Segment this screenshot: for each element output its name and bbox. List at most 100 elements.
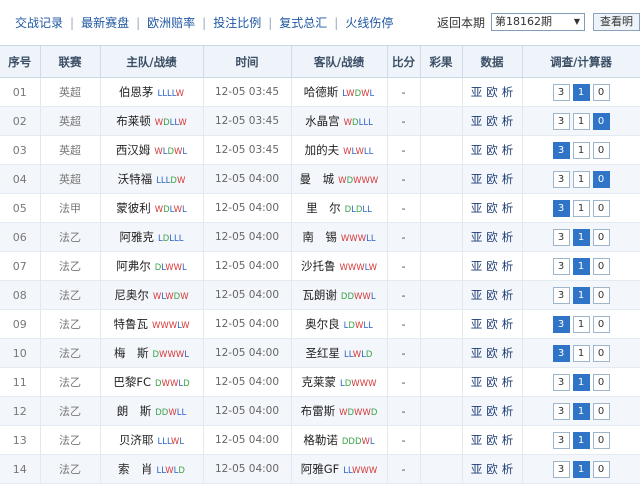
calc-option-0[interactable]: 0 [592, 373, 610, 391]
calc-option-3[interactable]: 3 [552, 170, 570, 188]
row-league[interactable]: 法乙 [40, 425, 101, 455]
row-league[interactable]: 英超 [40, 164, 101, 194]
calc-option-3[interactable]: 3 [552, 83, 570, 101]
home-team[interactable]: 特鲁瓦 [113, 317, 148, 331]
analysis-link[interactable]: 析 [502, 201, 514, 215]
calc-option-1[interactable]: 1 [572, 431, 590, 449]
euro-odds-link[interactable]: 欧 [486, 201, 498, 215]
analysis-link[interactable]: 析 [502, 143, 514, 157]
analysis-link[interactable]: 析 [502, 317, 514, 331]
calc-option-0[interactable]: 0 [592, 315, 610, 333]
euro-odds-link[interactable]: 欧 [486, 404, 498, 418]
home-team[interactable]: 阿雅克 [119, 230, 154, 244]
row-league[interactable]: 法甲 [40, 193, 101, 223]
calc-option-1[interactable]: 1 [572, 83, 590, 101]
away-team[interactable]: 南 锡 [302, 230, 337, 244]
home-team[interactable]: 朗 斯 [117, 404, 152, 418]
euro-odds-link[interactable]: 欧 [486, 462, 498, 476]
calc-option-0[interactable]: 0 [592, 402, 610, 420]
euro-odds-link[interactable]: 欧 [486, 433, 498, 447]
asian-odds-link[interactable]: 亚 [471, 317, 483, 331]
calc-option-1[interactable]: 1 [572, 344, 590, 362]
calc-option-0[interactable]: 0 [592, 344, 610, 362]
link-combo-summary[interactable]: 复式总汇 [272, 14, 334, 31]
away-team[interactable]: 阿雅GF [301, 462, 340, 476]
asian-odds-link[interactable]: 亚 [471, 346, 483, 360]
calc-option-3[interactable]: 3 [552, 112, 570, 130]
calc-option-0[interactable]: 0 [592, 199, 610, 217]
home-team[interactable]: 阿弗尔 [116, 259, 151, 273]
calc-option-0[interactable]: 0 [592, 83, 610, 101]
link-latest-odds[interactable]: 最新赛盘 [74, 14, 136, 31]
asian-odds-link[interactable]: 亚 [471, 433, 483, 447]
away-team[interactable]: 布雷斯 [301, 404, 336, 418]
period-select[interactable]: 第18162期 ▼ [491, 13, 585, 31]
calc-option-3[interactable]: 3 [552, 460, 570, 478]
row-league[interactable]: 法乙 [40, 396, 101, 426]
home-team[interactable]: 布莱顿 [116, 114, 151, 128]
row-league[interactable]: 法乙 [40, 367, 101, 397]
calc-option-0[interactable]: 0 [592, 460, 610, 478]
calc-option-0[interactable]: 0 [592, 257, 610, 275]
calc-option-1[interactable]: 1 [572, 373, 590, 391]
away-team[interactable]: 里 尔 [306, 201, 341, 215]
away-team[interactable]: 奥尔良 [305, 317, 340, 331]
calc-option-3[interactable]: 3 [552, 257, 570, 275]
link-bet-ratio[interactable]: 投注比例 [206, 14, 268, 31]
link-match-history[interactable]: 交战记录 [8, 14, 70, 31]
home-team[interactable]: 巴黎FC [113, 375, 151, 389]
away-team[interactable]: 圣红星 [306, 346, 341, 360]
analysis-link[interactable]: 析 [502, 346, 514, 360]
row-league[interactable]: 法乙 [40, 251, 101, 281]
home-team[interactable]: 梅 斯 [114, 346, 149, 360]
calc-option-0[interactable]: 0 [592, 170, 610, 188]
asian-odds-link[interactable]: 亚 [471, 230, 483, 244]
analysis-link[interactable]: 析 [502, 85, 514, 99]
calc-option-1[interactable]: 1 [572, 257, 590, 275]
calc-option-1[interactable]: 1 [572, 141, 590, 159]
calc-option-1[interactable]: 1 [572, 170, 590, 188]
home-team[interactable]: 西汉姆 [116, 143, 151, 157]
away-team[interactable]: 曼 城 [300, 172, 335, 186]
analysis-link[interactable]: 析 [502, 462, 514, 476]
calc-option-1[interactable]: 1 [572, 199, 590, 217]
calc-option-3[interactable]: 3 [552, 373, 570, 391]
euro-odds-link[interactable]: 欧 [486, 85, 498, 99]
asian-odds-link[interactable]: 亚 [471, 114, 483, 128]
row-league[interactable]: 法乙 [40, 454, 101, 484]
euro-odds-link[interactable]: 欧 [486, 143, 498, 157]
analysis-link[interactable]: 析 [502, 288, 514, 302]
calc-option-3[interactable]: 3 [552, 431, 570, 449]
analysis-link[interactable]: 析 [502, 114, 514, 128]
euro-odds-link[interactable]: 欧 [486, 288, 498, 302]
calc-option-1[interactable]: 1 [572, 112, 590, 130]
euro-odds-link[interactable]: 欧 [486, 259, 498, 273]
asian-odds-link[interactable]: 亚 [471, 375, 483, 389]
away-team[interactable]: 格勒诺 [303, 433, 338, 447]
calc-option-1[interactable]: 1 [572, 315, 590, 333]
home-team[interactable]: 索 肖 [118, 462, 153, 476]
asian-odds-link[interactable]: 亚 [471, 288, 483, 302]
row-league[interactable]: 法乙 [40, 222, 101, 252]
calc-option-1[interactable]: 1 [572, 460, 590, 478]
euro-odds-link[interactable]: 欧 [486, 317, 498, 331]
calc-option-3[interactable]: 3 [552, 402, 570, 420]
euro-odds-link[interactable]: 欧 [486, 230, 498, 244]
euro-odds-link[interactable]: 欧 [486, 114, 498, 128]
calc-option-0[interactable]: 0 [592, 228, 610, 246]
calc-option-0[interactable]: 0 [592, 112, 610, 130]
away-team[interactable]: 水晶宫 [305, 114, 340, 128]
home-team[interactable]: 蒙彼利 [116, 201, 151, 215]
calc-option-3[interactable]: 3 [552, 228, 570, 246]
away-team[interactable]: 沙托鲁 [301, 259, 336, 273]
link-injuries[interactable]: 火线伤停 [338, 14, 400, 31]
away-team[interactable]: 瓦朗谢 [302, 288, 337, 302]
analysis-link[interactable]: 析 [502, 433, 514, 447]
analysis-link[interactable]: 析 [502, 375, 514, 389]
asian-odds-link[interactable]: 亚 [471, 85, 483, 99]
row-league[interactable]: 英超 [40, 135, 101, 165]
home-team[interactable]: 沃特福 [118, 172, 153, 186]
away-team[interactable]: 加的夫 [305, 143, 340, 157]
row-league[interactable]: 法乙 [40, 309, 101, 339]
analysis-link[interactable]: 析 [502, 404, 514, 418]
